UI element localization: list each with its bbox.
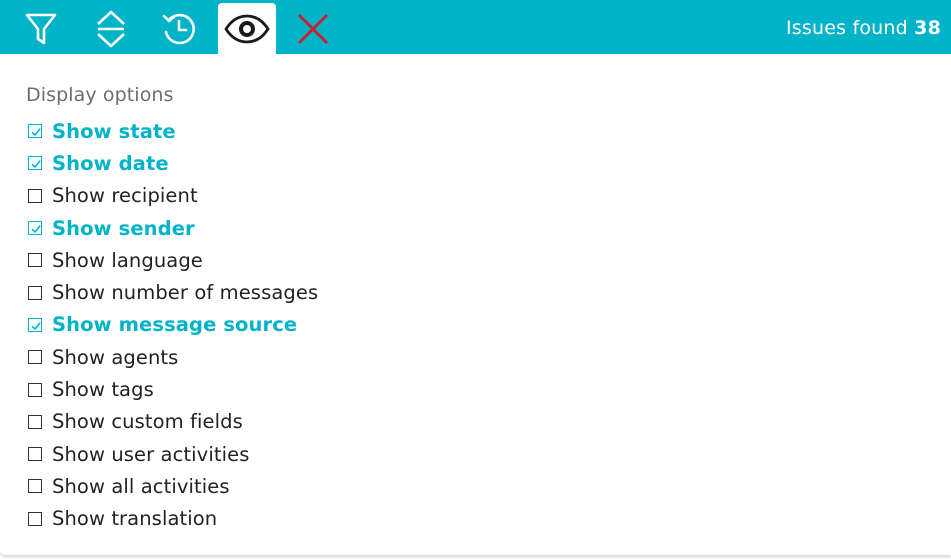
filter-icon [25,13,57,44]
display-option-label: Show translation [52,507,218,531]
checkbox-unchecked-icon[interactable] [28,253,42,268]
display-option[interactable]: Show sender [28,212,318,244]
checkbox-unchecked-icon[interactable] [28,447,42,462]
display-option[interactable]: Show user activities [28,438,318,470]
display-option[interactable]: Show state [28,115,318,147]
checkbox-unchecked-icon[interactable] [28,382,42,397]
checkbox-unchecked-icon[interactable] [28,350,42,365]
display-option-label: Show user activities [52,442,250,466]
display-option[interactable]: Show translation [28,503,318,535]
display-option-label: Show tags [52,378,154,402]
sort-icon [97,10,125,47]
display-option[interactable]: Show agents [28,341,318,373]
display-option[interactable]: Show language [28,244,318,276]
checkbox-unchecked-icon[interactable] [28,188,42,203]
display-option-label: Show agents [52,345,179,369]
filter-button[interactable] [12,3,70,54]
display-option[interactable]: Show tags [28,373,318,405]
history-button[interactable] [150,3,208,54]
display-options-list: Show state Show date Show recipient Show se… [28,115,318,535]
display-option[interactable]: Show recipient [28,180,318,212]
display-option-label: Show date [52,151,169,175]
checkbox-unchecked-icon[interactable] [28,285,42,300]
checkbox-unchecked-icon[interactable] [28,511,42,526]
display-option-label: Show state [52,119,176,143]
panel-title: Display options [26,84,174,106]
issues-found-label: Issues found [785,17,908,39]
close-button[interactable] [284,3,342,54]
display-option-label: Show recipient [52,184,198,208]
close-icon [298,13,328,44]
checkbox-checked-icon[interactable] [28,124,42,139]
checkbox-checked-icon[interactable] [28,156,42,171]
display-options-button[interactable] [218,3,276,54]
display-option[interactable]: Show all activities [28,470,318,502]
display-option[interactable]: Show date [28,147,318,179]
display-option-label: Show custom fields [52,410,243,434]
display-option-label: Show language [52,248,203,272]
history-icon [162,13,195,44]
display-option[interactable]: Show number of messages [28,276,318,308]
sort-button[interactable] [82,3,140,54]
checkbox-checked-icon[interactable] [28,221,42,236]
issues-found: Issues found 38 [786,17,941,39]
eye-icon [224,14,270,43]
checkbox-unchecked-icon[interactable] [28,479,42,494]
display-options-panel: Display options Show state Show date Show … [0,54,951,555]
toolbar: Issues found 38 [0,0,951,54]
display-option-label: Show message source [52,313,298,337]
display-option[interactable]: Show message source [28,309,318,341]
display-option-label: Show number of messages [52,281,319,305]
display-option[interactable]: Show custom fields [28,406,318,438]
display-option-label: Show sender [52,216,195,240]
display-option-label: Show all activities [52,474,230,498]
checkbox-checked-icon[interactable] [28,317,42,332]
checkbox-unchecked-icon[interactable] [28,414,42,429]
issues-found-count: 38 [914,17,941,39]
